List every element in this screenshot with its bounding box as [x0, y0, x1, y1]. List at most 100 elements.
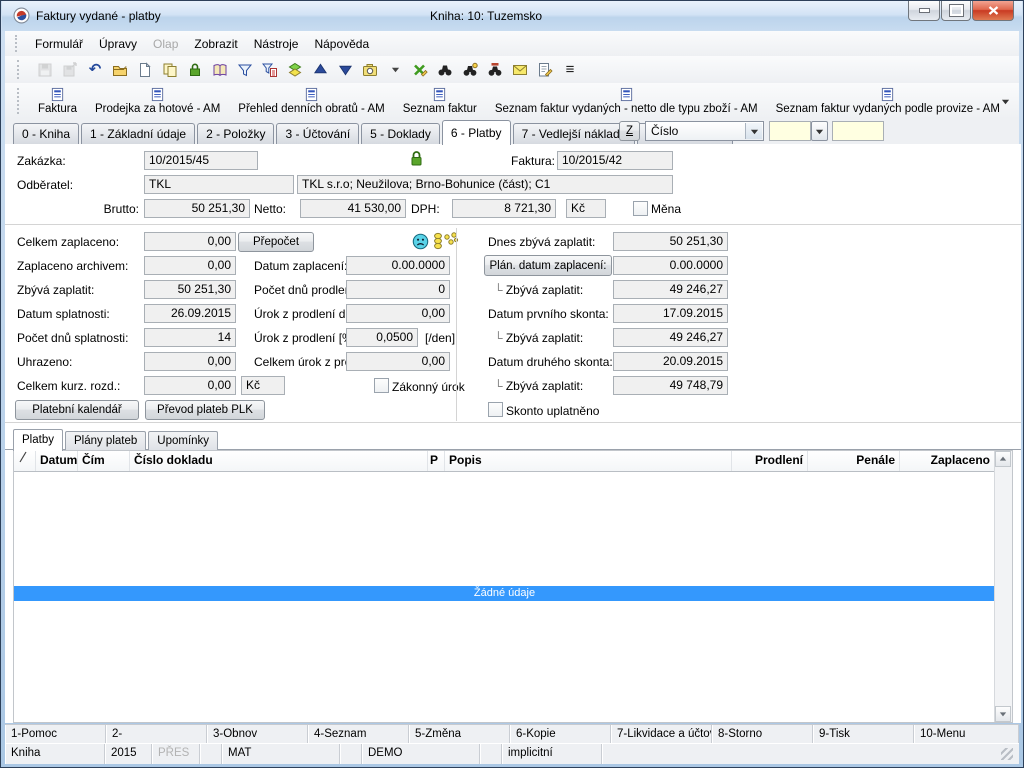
report-button-faktura[interactable]: Faktura — [29, 83, 86, 119]
open-folder-icon[interactable] — [111, 61, 129, 79]
menu-napoveda[interactable]: Nápověda — [306, 33, 377, 55]
scroll-down-button[interactable] — [995, 706, 1011, 722]
search-all-binoculars-icon[interactable] — [486, 61, 504, 79]
column-penale[interactable]: Penále — [808, 451, 900, 471]
camera-icon[interactable] — [361, 61, 379, 79]
toolbar-overflow-button[interactable] — [997, 93, 1013, 109]
undo-icon[interactable]: ↶ — [86, 61, 104, 79]
up-arrow-icon[interactable] — [311, 61, 329, 79]
column-zaplaceno[interactable]: Zaplaceno — [900, 451, 994, 471]
urok-prodleni-pct-field[interactable]: 0,0500 — [346, 328, 418, 347]
menu-nastroje[interactable]: Nástroje — [246, 33, 307, 55]
column-popis[interactable]: Popis — [445, 451, 732, 471]
mena-checkbox[interactable] — [633, 201, 648, 216]
menubar-grip[interactable] — [15, 35, 21, 53]
search-value-field-2[interactable] — [832, 121, 884, 141]
fkey-8-storno[interactable]: 8-Storno — [712, 725, 813, 744]
uhrazeno-field[interactable]: 0,00 — [144, 352, 236, 371]
menu-lines-icon[interactable]: ≡ — [561, 61, 579, 79]
fkey-4-seznam[interactable]: 4-Seznam — [308, 725, 409, 744]
dnes-zbyva-zaplatit-field[interactable]: 50 251,30 — [613, 232, 728, 251]
celkem-urok-prodleni-field[interactable]: 0,00 — [346, 352, 450, 371]
zaplaceno-archivem-field[interactable]: 0,00 — [144, 256, 236, 275]
skonto-uplatneno-checkbox[interactable] — [488, 402, 503, 417]
search-binoculars-icon[interactable] — [436, 61, 454, 79]
menu-formular[interactable]: Formulář — [27, 33, 91, 55]
book-icon[interactable] — [211, 61, 229, 79]
fkey-5-zmena[interactable]: 5-Změna — [409, 725, 510, 744]
fkey-3-obnov[interactable]: 3-Obnov — [207, 725, 308, 744]
reports-toolbar-grip[interactable] — [17, 88, 23, 113]
skonto2-zbyva-zaplatit-field[interactable]: 49 748,79 — [613, 376, 728, 395]
menu-zobrazit[interactable]: Zobrazit — [186, 33, 245, 55]
zakonny-urok-checkbox[interactable] — [374, 378, 389, 393]
subtab-plany-plateb[interactable]: Plány plateb — [65, 431, 146, 450]
fkey-10-menu[interactable]: 10-Menu — [914, 725, 1019, 744]
tab-0-kniha[interactable]: 0 - Kniha — [13, 123, 79, 144]
odberatel-name-field[interactable]: TKL s.r.o; Neužilova; Brno-Bohunice (čás… — [297, 175, 673, 194]
edit-notes-icon[interactable] — [536, 61, 554, 79]
z-button[interactable]: Z — [619, 121, 640, 141]
export-edit-icon[interactable] — [411, 61, 429, 79]
toolbar-grip[interactable] — [17, 60, 23, 79]
sort-indicator-column[interactable] — [14, 451, 36, 471]
search-next-binoculars-icon[interactable] — [461, 61, 479, 79]
tab-1-zakladni-udaje[interactable]: 1 - Základní údaje — [81, 123, 195, 144]
platebni-kalendar-button[interactable]: Platební kalendář — [15, 400, 139, 420]
scroll-up-button[interactable] — [995, 451, 1011, 467]
pocet-dnu-splatnosti-field[interactable]: 14 — [144, 328, 236, 347]
mail-icon[interactable] — [511, 61, 529, 79]
fkey-1-pomoc[interactable]: 1-Pomoc — [5, 725, 106, 744]
subtab-platby[interactable]: Platby — [13, 429, 63, 451]
tab-3-uctovani[interactable]: 3 - Účtování — [276, 123, 359, 144]
report-button-prodejka[interactable]: Prodejka za hotové - AM — [86, 83, 229, 119]
column-datum[interactable]: Datum — [36, 451, 78, 471]
datum-prvniho-skonta-field[interactable]: 17.09.2015 — [613, 304, 728, 323]
zbyva-zaplatit-field[interactable]: 50 251,30 — [144, 280, 236, 299]
close-button[interactable] — [972, 1, 1014, 21]
brutto-field[interactable]: 50 251,30 — [144, 199, 250, 218]
maximize-button[interactable] — [941, 1, 971, 21]
dph-field[interactable]: 8 721,30 — [452, 199, 556, 218]
report-button-prehled-obratu[interactable]: Přehled denních obratů - AM — [229, 83, 393, 119]
search-column-select[interactable]: Číslo — [645, 121, 764, 141]
copy-icon[interactable] — [161, 61, 179, 79]
prevod-plateb-plk-button[interactable]: Převod plateb PLK — [145, 400, 265, 420]
fkey-6-kopie[interactable]: 6-Kopie — [510, 725, 611, 744]
fkey-9-tisk[interactable]: 9-Tisk — [813, 725, 914, 744]
skonto1-zbyva-zaplatit-field[interactable]: 49 246,27 — [613, 328, 728, 347]
celkem-kurz-rozd-field[interactable]: 0,00 — [144, 376, 236, 395]
plan-datum-zaplaceni-field[interactable]: 0.00.0000 — [613, 256, 728, 275]
search-value-dropdown-button[interactable] — [811, 121, 828, 141]
resize-grip[interactable] — [1001, 748, 1013, 760]
urok-prodleni-dnes-field[interactable]: 0,00 — [346, 304, 450, 323]
minimize-button[interactable] — [908, 1, 940, 21]
report-button-seznam-netto[interactable]: Seznam faktur vydaných - netto dle typu … — [486, 83, 767, 119]
odberatel-code-field[interactable]: TKL — [144, 175, 294, 194]
title-bar[interactable]: Faktury vydané - platby Kniha: 10: Tuzem… — [2, 1, 1022, 31]
pocet-dnu-prodleni-field[interactable]: 0 — [346, 280, 450, 299]
fkey-7-likvidace[interactable]: 7-Likvidace a účtová — [611, 725, 712, 744]
column-p[interactable]: P — [428, 451, 445, 471]
lock-icon[interactable] — [186, 61, 204, 79]
vertical-scrollbar[interactable] — [994, 451, 1012, 722]
search-value-field[interactable] — [769, 121, 811, 141]
kurz-currency-field[interactable]: Kč — [241, 376, 285, 395]
menu-upravy[interactable]: Úpravy — [91, 33, 145, 55]
tab-5-doklady[interactable]: 5 - Doklady — [361, 123, 440, 144]
filter-icon[interactable] — [236, 61, 254, 79]
datum-druheho-skonta-field[interactable]: 20.09.2015 — [613, 352, 728, 371]
report-button-seznam-provize[interactable]: Seznam faktur vydaných podle provize - A… — [767, 83, 1009, 119]
column-prodleni[interactable]: Prodlení — [732, 451, 808, 471]
column-cim[interactable]: Čím — [78, 451, 130, 471]
datum-splatnosti-field[interactable]: 26.09.2015 — [144, 304, 236, 323]
send-layers-icon[interactable] — [286, 61, 304, 79]
currency-field[interactable]: Kč — [566, 199, 606, 218]
down-arrow-icon[interactable] — [336, 61, 354, 79]
datum-zaplaceni-field[interactable]: 0.00.0000 — [346, 256, 450, 275]
filter-document-icon[interactable] — [261, 61, 279, 79]
celkem-zaplaceno-field[interactable]: 0,00 — [144, 232, 236, 251]
combo-arrow-icon[interactable] — [745, 123, 762, 139]
column-cislo-dokladu[interactable]: Číslo dokladu — [130, 451, 428, 471]
camera-dropdown-icon[interactable] — [386, 61, 404, 79]
